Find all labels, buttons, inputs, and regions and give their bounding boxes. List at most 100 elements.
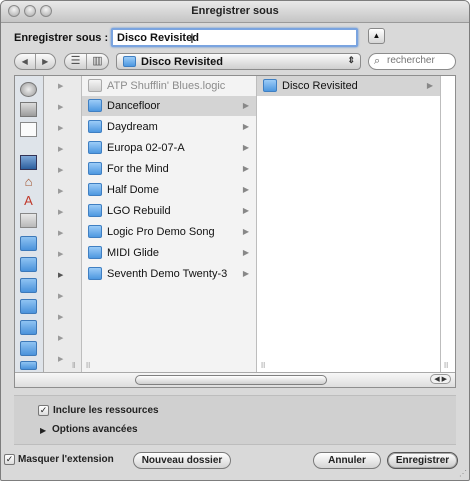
list-item[interactable]: Half Dome ▶ (82, 180, 256, 200)
chevron-right-icon: ▶ (242, 185, 249, 194)
sidebar-folder-icon[interactable] (20, 341, 37, 356)
folder-icon (88, 267, 102, 280)
chevron-right-icon: ▶ (242, 206, 249, 215)
list-item[interactable]: ATP Shufflin' Blues.logic (82, 76, 256, 96)
location-popup-value: Disco Revisited (141, 56, 223, 68)
sidebar-folder-icon[interactable] (20, 361, 37, 370)
column-resize-handle[interactable]: ǁ (72, 361, 75, 370)
column-resize-handle[interactable]: ǀǀ (444, 361, 448, 370)
folder-icon (88, 204, 102, 217)
search-input[interactable] (387, 55, 451, 66)
list-item-label: ATP Shufflin' Blues.logic (107, 80, 226, 92)
column-view-icon[interactable]: ▥ (86, 54, 108, 69)
disk-icon[interactable] (20, 82, 37, 97)
hide-extension-label: Masquer l'extension (18, 454, 114, 465)
folder-icon (88, 162, 102, 175)
scrollbar-thumb[interactable] (135, 375, 327, 385)
chevron-right-icon: ▶ (242, 122, 249, 131)
sidebar-folder-icon[interactable] (20, 320, 37, 335)
new-folder-button[interactable]: Nouveau dossier (133, 452, 231, 469)
cancel-button[interactable]: Annuler (313, 452, 381, 469)
chevron-right-icon: ▶ (58, 230, 64, 237)
scroll-arrows-icon[interactable]: ◀ ▶ (430, 374, 451, 384)
home-icon[interactable]: ⌂ (20, 174, 37, 189)
column-resize-handle[interactable]: ǀǀ (86, 361, 90, 370)
title-bar[interactable]: Enregistrer sous (1, 1, 469, 23)
expand-dialog-button[interactable]: ▲ (368, 28, 385, 44)
list-item[interactable]: Daydream ▶ (82, 117, 256, 137)
chevron-right-icon: ▶ (58, 167, 64, 174)
save-as-label: Enregistrer sous : (14, 32, 109, 44)
folder-icon (88, 99, 102, 112)
chevron-right-icon: ▶ (58, 188, 64, 195)
advanced-options-label[interactable]: Options avancées (52, 424, 138, 435)
sidebar-folder-icon[interactable] (20, 236, 37, 251)
subfolder-column: Disco Revisited ▶ ǀǀ (257, 76, 441, 372)
list-item-label: Disco Revisited (282, 80, 358, 92)
list-item-label: Seventh Demo Twenty-3 (107, 268, 228, 280)
folder-icon (88, 120, 102, 133)
applications-icon[interactable]: A (20, 193, 37, 208)
sidebar-folder-icon[interactable] (20, 299, 37, 314)
folder-icon (263, 79, 277, 92)
list-item[interactable]: Dancefloor ▶ (82, 96, 256, 116)
list-item-label: LGO Rebuild (107, 205, 171, 217)
chevron-right-icon: ▶ (58, 293, 64, 300)
chevron-right-icon: ▶ (58, 125, 64, 132)
chevron-right-icon: ▶ (426, 81, 433, 90)
list-item[interactable]: Logic Pro Demo Song ▶ (82, 222, 256, 242)
chevron-right-icon: ▶ (242, 164, 249, 173)
search-field[interactable]: ⌕ (368, 53, 456, 70)
column-resize-handle[interactable]: ǀǀ (261, 361, 265, 370)
location-popup[interactable]: Disco Revisited ⇕ (116, 53, 361, 70)
popup-arrows-icon: ⇕ (347, 55, 355, 65)
chevron-right-icon: ▶ (58, 272, 64, 279)
sidebar-folder-icon[interactable] (20, 257, 37, 272)
sidebar: ⌂ A (15, 76, 44, 372)
save-dialog-window: Enregistrer sous Enregistrer sous : Disc… (0, 0, 470, 481)
folder-icon (88, 183, 102, 196)
chevron-right-icon: ▶ (58, 209, 64, 216)
desktop-icon[interactable] (20, 155, 37, 170)
list-item[interactable]: LGO Rebuild ▶ (82, 201, 256, 221)
view-mode-buttons: ☰ ▥ (64, 53, 109, 70)
list-item-label: For the Mind (107, 163, 169, 175)
drive-icon[interactable] (20, 122, 37, 137)
list-item[interactable]: Seventh Demo Twenty-3 ▶ (82, 264, 256, 284)
chevron-right-icon: ▶ (58, 251, 64, 258)
include-resources-checkbox[interactable]: ✓ (38, 405, 49, 416)
folder-icon (88, 246, 102, 259)
forward-icon[interactable]: ▶ (34, 54, 56, 69)
hard-drive-icon[interactable] (20, 102, 37, 117)
filename-input[interactable]: Disco Revisited (111, 28, 358, 47)
list-item[interactable]: Disco Revisited ▶ (257, 76, 440, 96)
list-item[interactable]: Europa 02-07-A ▶ (82, 138, 256, 158)
project-column: ATP Shufflin' Blues.logic Dancefloor ▶ D… (82, 76, 257, 372)
chevron-right-icon: ▶ (58, 335, 64, 342)
chevron-right-icon: ▶ (242, 269, 249, 278)
horizontal-scrollbar[interactable]: ◀ ▶ (15, 372, 455, 387)
chevron-right-icon: ▶ (58, 356, 64, 363)
list-item[interactable]: MIDI Glide ▶ (82, 243, 256, 263)
list-item-label: Logic Pro Demo Song (107, 226, 215, 238)
hide-extension-checkbox[interactable]: ✓ (4, 454, 15, 465)
list-item-label: Daydream (107, 121, 158, 133)
chevron-right-icon: ▶ (58, 146, 64, 153)
list-item-label: MIDI Glide (107, 247, 159, 259)
chevron-right-icon: ▶ (242, 101, 249, 110)
sidebar-folder-icon[interactable] (20, 278, 37, 293)
list-view-icon[interactable]: ☰ (65, 54, 86, 69)
chevron-right-icon: ▶ (58, 314, 64, 321)
resize-grip-icon[interactable]: ⋰ (459, 469, 467, 478)
save-button[interactable]: Enregistrer (387, 452, 458, 469)
text-cursor-icon: I (190, 30, 194, 46)
empty-column[interactable]: ǀǀ (441, 76, 455, 372)
chevron-right-icon: ▶ (242, 143, 249, 152)
chevron-right-icon: ▶ (58, 104, 64, 111)
disclosure-triangle-icon[interactable]: ▶ (40, 426, 46, 435)
folder-icon (88, 141, 102, 154)
back-icon[interactable]: ◀ (15, 54, 35, 69)
parent-column[interactable]: ▶ ▶ ▶ ▶ ▶ ▶ ▶ ▶ ▶ ▶ ▶ ▶ ▶ ▶ ǁ (44, 76, 82, 372)
documents-icon[interactable] (20, 213, 37, 228)
list-item[interactable]: For the Mind ▶ (82, 159, 256, 179)
